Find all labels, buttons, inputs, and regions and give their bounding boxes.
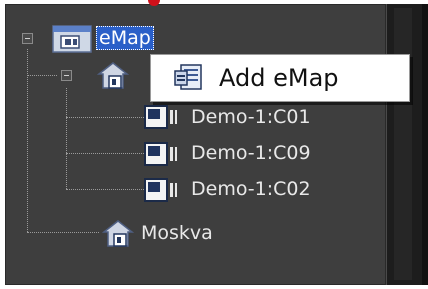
tree-line	[66, 153, 144, 154]
emap-folder-icon	[52, 25, 92, 53]
building-icon[interactable]	[95, 60, 131, 92]
tree-line	[66, 117, 144, 118]
panel-edge	[422, 4, 428, 285]
tree-node-emap[interactable]: eMap	[96, 26, 154, 50]
tree-node-camera[interactable]: Demo-1:C02	[191, 177, 311, 201]
tree-line	[27, 75, 57, 76]
collapse-toggle[interactable]	[61, 70, 72, 81]
menu-item-label: Add eMap	[219, 64, 339, 92]
camera-icon	[144, 142, 177, 166]
building-icon	[101, 220, 135, 247]
tree-node-camera[interactable]: Demo-1:C09	[191, 141, 311, 165]
tree-node-moskva[interactable]: Moskva	[141, 221, 213, 245]
tree-line	[66, 189, 144, 190]
menu-item-add-emap[interactable]: Add eMap	[151, 55, 409, 101]
tree-line	[27, 232, 99, 233]
tree-node-camera[interactable]: Demo-1:C01	[191, 105, 311, 129]
tree-line	[27, 49, 28, 232]
add-emap-icon	[174, 64, 202, 90]
context-menu: Add eMap	[150, 54, 410, 102]
camera-icon	[144, 105, 177, 129]
collapse-toggle[interactable]	[22, 33, 33, 44]
tree-line	[66, 88, 67, 189]
camera-icon	[144, 178, 177, 202]
scrollbar-thumb[interactable]	[394, 8, 412, 280]
